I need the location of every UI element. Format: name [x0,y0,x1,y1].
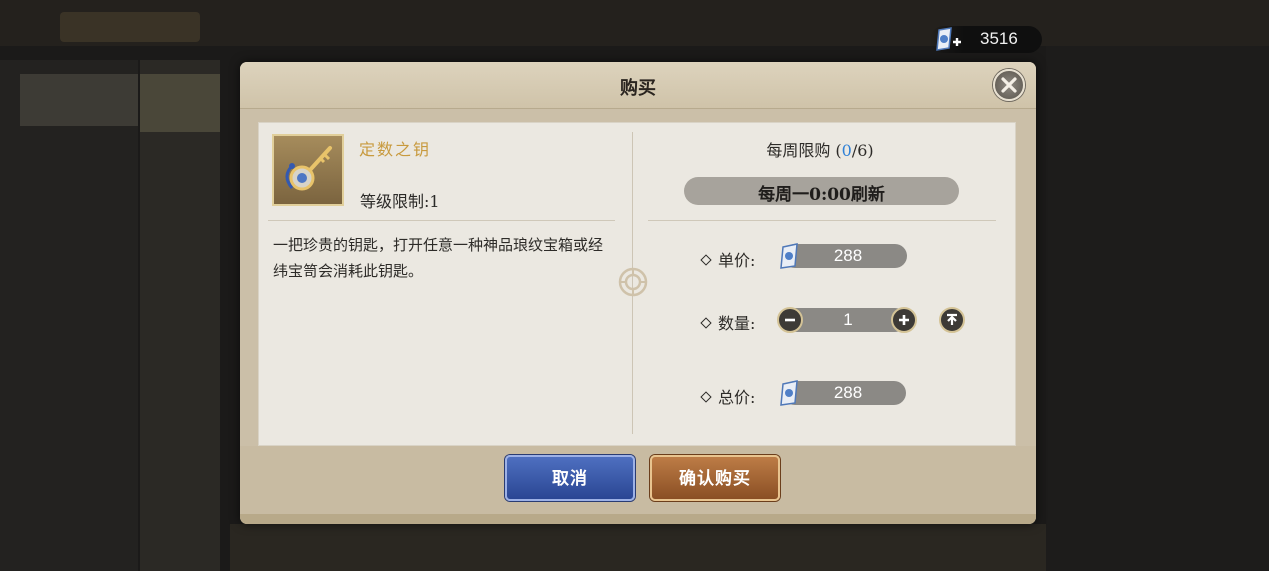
background-tile [140,74,220,132]
increase-button[interactable] [891,307,917,333]
ticket-icon [778,379,804,407]
close-icon [1001,77,1017,93]
ticket-icon [778,242,804,270]
decrease-button[interactable] [777,307,803,333]
background-tab [60,12,200,42]
dialog-header: 购买 [240,62,1036,109]
background-list [140,60,220,571]
background-topbar [0,0,1269,46]
dialog-title: 购买 [620,78,656,99]
total-price-row: 总价: [700,384,756,408]
item-level-limit: 等级限制:1 [360,192,440,211]
divider [648,220,996,221]
currency-amount: 3516 [980,29,1018,48]
ticket-plus-icon[interactable] [933,26,963,54]
refresh-text: 每周一0:00刷新 [758,185,885,205]
total-price-label: 总价: [718,388,756,407]
background-sidebar [0,60,138,571]
dialog-bottom-strip [240,514,1036,524]
max-quantity-button[interactable] [939,307,965,333]
confirm-purchase-button[interactable]: 确认购买 [650,455,780,501]
item-name: 定数之钥 [359,140,432,159]
diamond-icon [700,316,712,329]
unit-price-value: 288 [833,246,863,265]
plus-icon [899,315,909,325]
divider [268,220,615,221]
max-icon [947,313,957,325]
diamond-icon [700,253,712,266]
quantity-value[interactable]: 1 [810,310,886,330]
dialog-footer [240,446,1036,514]
background-right-panel [1046,46,1269,571]
quantity-label: 数量: [718,314,756,333]
diamond-icon [700,390,712,403]
weekly-limit-used: 0 [841,141,852,160]
weekly-limit-label: 每周限购 ( [766,141,842,160]
weekly-limit-close: ) [867,141,874,160]
background-tile [20,74,138,126]
close-button[interactable] [993,69,1025,101]
key-icon[interactable] [272,134,344,206]
cancel-button[interactable]: 取消 [505,455,635,501]
item-description: 一把珍贵的钥匙，打开任意一种神品琅纹宝箱或经纬宝笥会消耗此钥匙。 [273,236,604,280]
background-bottom [230,524,1046,571]
total-price-value: 288 [833,383,863,402]
weekly-limit: 每周限购 (0/6) [720,137,920,161]
quantity-row: 数量: [700,310,756,334]
divider-emblem-icon [617,266,649,298]
unit-price-label: 单价: [718,251,756,270]
minus-icon [785,318,795,322]
weekly-limit-total: 6 [857,141,868,160]
unit-price-row: 单价: [700,247,756,271]
